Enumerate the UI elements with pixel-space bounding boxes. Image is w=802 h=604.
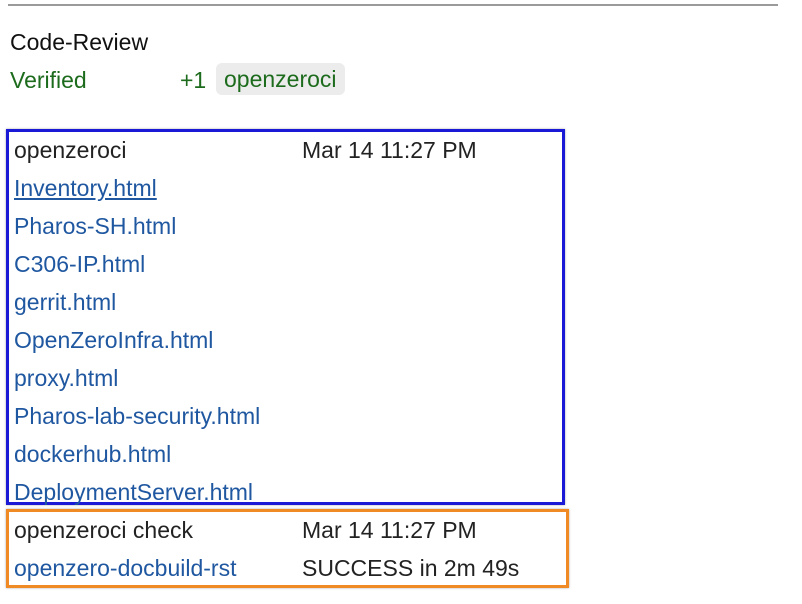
file-link-proxy[interactable]: proxy.html [14, 363, 118, 393]
top-divider [8, 4, 778, 6]
label-code-review: Code-Review [10, 29, 149, 55]
check-author: openzeroci check [14, 517, 193, 543]
check-timestamp: Mar 14 11:27 PM [302, 517, 477, 543]
file-link-pharos-lab-security[interactable]: Pharos-lab-security.html [14, 401, 260, 431]
message-timestamp: Mar 14 11:27 PM [302, 137, 477, 163]
file-link-inventory[interactable]: Inventory.html [14, 173, 157, 203]
label-verified: Verified [10, 67, 87, 93]
file-link-deploymentserver[interactable]: DeploymentServer.html [14, 477, 253, 507]
check-result: SUCCESS in 2m 49s [302, 555, 520, 581]
file-link-dockerhub[interactable]: dockerhub.html [14, 439, 171, 469]
message-author: openzeroci [14, 137, 127, 163]
check-job-link[interactable]: openzero-docbuild-rst [14, 553, 236, 583]
verified-voter-chip[interactable]: openzeroci [216, 63, 345, 95]
verified-vote-value: +1 [180, 67, 207, 93]
file-link-openzeroinfra[interactable]: OpenZeroInfra.html [14, 325, 213, 355]
file-link-gerrit[interactable]: gerrit.html [14, 287, 116, 317]
file-link-c306-ip[interactable]: C306-IP.html [14, 249, 145, 279]
file-link-pharos-sh[interactable]: Pharos-SH.html [14, 211, 176, 241]
